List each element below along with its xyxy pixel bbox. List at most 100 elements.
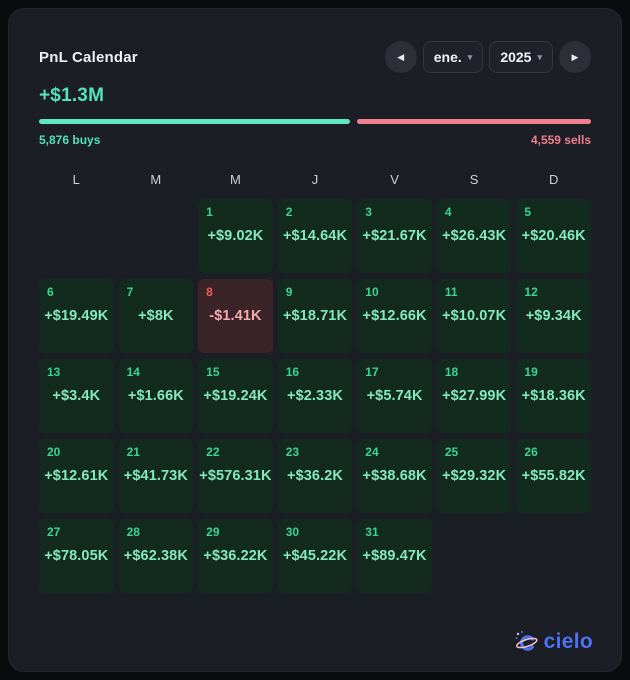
calendar-day-cell[interactable]: 15 +$19.24K bbox=[198, 359, 273, 433]
day-pnl-value: +$78.05K bbox=[44, 548, 109, 564]
brand-name: cielo bbox=[543, 629, 593, 653]
empty-day-cell bbox=[39, 199, 114, 273]
calendar-day-cell[interactable]: 30 +$45.22K bbox=[277, 519, 353, 593]
day-number: 6 bbox=[47, 285, 54, 299]
day-number: 29 bbox=[206, 525, 220, 539]
day-number: 28 bbox=[126, 525, 140, 539]
calendar-day-cell[interactable]: 19 +$18.36K bbox=[516, 359, 591, 433]
calendar-day-cell[interactable]: 5 +$20.46K bbox=[516, 199, 591, 273]
day-number: 19 bbox=[524, 365, 538, 379]
calendar-day-cell[interactable]: 17 +$5.74K bbox=[357, 359, 432, 433]
calendar-day-cell[interactable]: 1 +$9.02K bbox=[198, 199, 273, 273]
day-number: 13 bbox=[47, 365, 61, 379]
day-number: 16 bbox=[285, 365, 300, 379]
calendar-day-cell[interactable]: 22 +$576.31K bbox=[198, 439, 273, 513]
calendar-day-cell[interactable]: 28 +$62.38K bbox=[118, 519, 194, 593]
day-pnl-value: +$5.74K bbox=[366, 388, 423, 404]
day-pnl-value: +$19.49K bbox=[44, 308, 109, 324]
year-select[interactable]: 2025 ▾ bbox=[489, 41, 553, 73]
day-pnl-value: +$14.64K bbox=[282, 228, 348, 244]
day-number: 23 bbox=[285, 445, 300, 459]
calendar-day-cell[interactable]: 10 +$12.66K bbox=[357, 279, 432, 353]
day-pnl-value: +$55.82K bbox=[521, 468, 586, 484]
day-number: 12 bbox=[524, 285, 538, 299]
weekday-label: M bbox=[150, 172, 162, 187]
weekday-label: L bbox=[72, 172, 80, 187]
day-number: 30 bbox=[285, 525, 300, 539]
day-pnl-value: +$1.66K bbox=[127, 388, 184, 404]
calendar-day-cell[interactable]: 21 +$41.73K bbox=[118, 439, 194, 513]
calendar-day-cell[interactable]: 27 +$78.05K bbox=[39, 519, 114, 593]
day-number: 9 bbox=[285, 285, 293, 299]
day-pnl-value: +$18.36K bbox=[521, 388, 586, 404]
buy-sell-ratio-bar bbox=[39, 119, 591, 124]
calendar-day-cell[interactable]: 11 +$10.07K bbox=[436, 279, 512, 353]
calendar-day-cell[interactable]: 23 +$36.2K bbox=[277, 439, 353, 513]
day-number: 27 bbox=[47, 525, 61, 539]
brand-footer: cielo bbox=[513, 628, 593, 655]
calendar-day-cell[interactable]: 13 +$3.4K bbox=[39, 359, 114, 433]
month-select[interactable]: ene. ▾ bbox=[422, 41, 484, 73]
ratio-labels: 5,876 buys 4,559 sells bbox=[39, 133, 591, 147]
calendar-day-cell[interactable]: 12 +$9.34K bbox=[516, 279, 591, 353]
day-pnl-value: +$27.99K bbox=[442, 388, 507, 404]
chevron-down-icon: ▾ bbox=[537, 51, 542, 62]
day-number: 2 bbox=[285, 205, 293, 219]
day-number: 4 bbox=[444, 205, 452, 219]
next-month-button[interactable]: ▶ bbox=[559, 41, 591, 73]
day-pnl-value: +$36.22K bbox=[203, 548, 268, 564]
empty-day-cell bbox=[119, 199, 194, 273]
empty-day-cell bbox=[437, 519, 512, 593]
calendar-day-cell[interactable]: 16 +$2.33K bbox=[277, 359, 353, 433]
day-pnl-value: +$9.34K bbox=[525, 308, 582, 324]
calendar-day-cell[interactable]: 20 +$12.61K bbox=[39, 439, 114, 513]
weekday-label: M bbox=[230, 172, 241, 187]
day-number: 11 bbox=[444, 285, 458, 299]
day-pnl-value: +$29.32K bbox=[442, 468, 507, 484]
day-number: 3 bbox=[365, 205, 372, 219]
calendar-day-cell[interactable]: 18 +$27.99K bbox=[436, 359, 512, 433]
day-number: 8 bbox=[206, 285, 213, 299]
page-title: PnL Calendar bbox=[39, 48, 138, 66]
day-number: 31 bbox=[365, 525, 379, 539]
day-pnl-value: +$576.31K bbox=[199, 468, 272, 484]
day-number: 22 bbox=[206, 445, 220, 459]
weekday-row: LMMJVSD bbox=[39, 172, 591, 187]
day-pnl-value: +$62.38K bbox=[123, 548, 188, 564]
total-pnl: +$1.3M bbox=[39, 85, 105, 106]
day-pnl-value: +$8K bbox=[138, 308, 174, 324]
calendar-day-cell[interactable]: 31 +$89.47K bbox=[357, 519, 432, 593]
calendar-day-cell[interactable]: 8 -$1.41K bbox=[198, 279, 273, 353]
card-header: PnL Calendar ◀ ene. ▾ 2025 ▾ ▶ bbox=[39, 41, 591, 73]
cielo-logo-icon bbox=[515, 631, 538, 651]
day-pnl-value: +$21.67K bbox=[362, 228, 427, 244]
calendar-day-cell[interactable]: 24 +$38.68K bbox=[357, 439, 432, 513]
month-select-value: ene. bbox=[433, 49, 462, 65]
day-number: 21 bbox=[126, 445, 140, 459]
calendar-day-cell[interactable]: 6 +$19.49K bbox=[39, 279, 114, 353]
calendar-day-cell[interactable]: 2 +$14.64K bbox=[277, 199, 353, 273]
calendar-day-cell[interactable]: 7 +$8K bbox=[118, 279, 194, 353]
day-number: 24 bbox=[365, 445, 379, 459]
chevron-left-icon: ◀ bbox=[397, 51, 405, 62]
day-number: 18 bbox=[444, 365, 459, 379]
calendar-day-cell[interactable]: 25 +$29.32K bbox=[436, 439, 512, 513]
day-pnl-value: +$41.73K bbox=[123, 468, 188, 484]
weekday-label: S bbox=[469, 172, 479, 187]
calendar-day-cell[interactable]: 14 +$1.66K bbox=[118, 359, 194, 433]
day-pnl-value: +$20.46K bbox=[521, 228, 586, 244]
sells-bar-segment bbox=[356, 119, 591, 124]
day-pnl-value: +$18.71K bbox=[282, 308, 348, 324]
calendar-day-cell[interactable]: 4 +$26.43K bbox=[436, 199, 512, 273]
day-pnl-value: +$38.68K bbox=[362, 468, 427, 484]
calendar-day-cell[interactable]: 29 +$36.22K bbox=[198, 519, 273, 593]
pnl-calendar-card: PnL Calendar ◀ ene. ▾ 2025 ▾ ▶ +$1.3M 5,… bbox=[8, 8, 622, 672]
day-pnl-value: +$12.66K bbox=[362, 308, 427, 324]
day-pnl-value: +$89.47K bbox=[362, 548, 427, 564]
calendar-day-cell[interactable]: 3 +$21.67K bbox=[357, 199, 432, 273]
weekday-label: V bbox=[390, 172, 399, 187]
weekday-label: D bbox=[549, 172, 559, 187]
prev-month-button[interactable]: ◀ bbox=[384, 41, 417, 73]
calendar-day-cell[interactable]: 9 +$18.71K bbox=[277, 279, 353, 353]
calendar-day-cell[interactable]: 26 +$55.82K bbox=[516, 439, 591, 513]
